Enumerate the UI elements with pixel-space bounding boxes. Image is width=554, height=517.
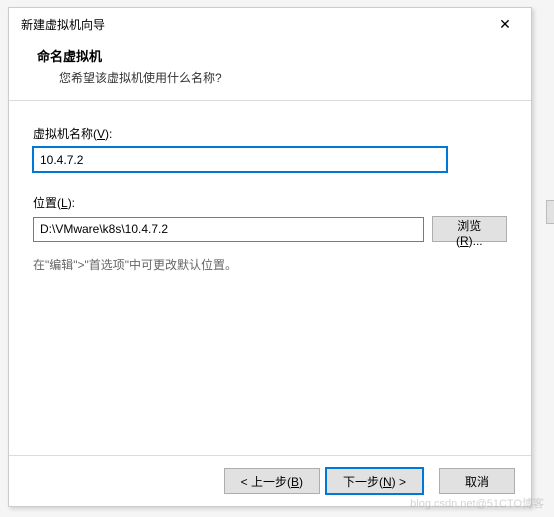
wizard-header: 命名虚拟机 您希望该虚拟机使用什么名称? <box>9 40 531 100</box>
vm-name-input[interactable] <box>33 147 447 172</box>
content-area: 虚拟机名称(V): 位置(L): 浏览(R)... 在"编辑">"首选项"中可更… <box>9 101 531 273</box>
next-button[interactable]: 下一步(N) > <box>326 468 423 494</box>
back-button[interactable]: < 上一步(B) <box>224 468 320 494</box>
close-icon: ✕ <box>499 16 511 33</box>
vm-name-label: 虚拟机名称(V): <box>33 125 507 142</box>
titlebar: 新建虚拟机向导 ✕ <box>9 8 531 40</box>
button-bar: < 上一步(B) 下一步(N) > 取消 <box>9 455 531 506</box>
side-sliver <box>546 200 554 224</box>
location-input[interactable] <box>33 217 424 242</box>
wizard-dialog: 新建虚拟机向导 ✕ 命名虚拟机 您希望该虚拟机使用什么名称? 虚拟机名称(V):… <box>8 7 532 507</box>
browse-button[interactable]: 浏览(R)... <box>432 216 507 242</box>
page-subtitle: 您希望该虚拟机使用什么名称? <box>37 69 511 86</box>
hint-text: 在"编辑">"首选项"中可更改默认位置。 <box>33 256 507 273</box>
cancel-button[interactable]: 取消 <box>439 468 515 494</box>
close-button[interactable]: ✕ <box>483 9 527 39</box>
page-title: 命名虚拟机 <box>37 46 511 65</box>
location-label: 位置(L): <box>33 194 507 211</box>
dialog-title: 新建虚拟机向导 <box>21 16 105 33</box>
